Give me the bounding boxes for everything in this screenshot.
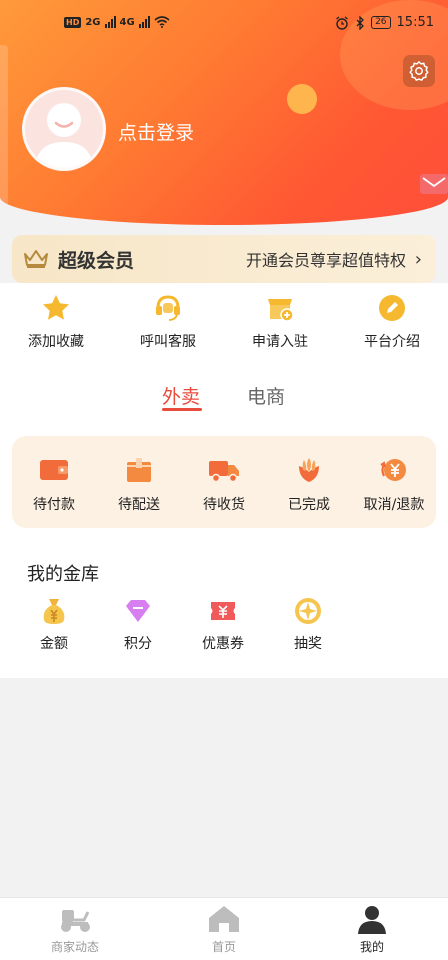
order-status-label: 待付款 xyxy=(33,497,75,513)
avatar[interactable] xyxy=(22,87,106,171)
default-avatar-icon xyxy=(35,103,93,168)
battery-indicator: 26 xyxy=(371,16,391,29)
quick-action-favorite[interactable]: 添加收藏 xyxy=(6,293,106,351)
store-icon xyxy=(268,299,294,322)
quick-action-apply[interactable]: 申请入驻 xyxy=(230,293,330,351)
vault-lottery[interactable]: 抽奖 xyxy=(268,596,348,653)
order-completed[interactable]: 已完成 xyxy=(267,456,351,514)
quick-action-label: 平台介绍 xyxy=(364,334,420,350)
vault-title: 我的金库 xyxy=(27,564,99,585)
crown-icon xyxy=(24,250,48,268)
chevron-right-icon: › xyxy=(414,248,422,270)
wifi-icon xyxy=(154,16,170,28)
login-link[interactable]: 点击登录 xyxy=(118,118,194,145)
nav-label: 商家动态 xyxy=(50,940,99,954)
order-to-ship[interactable]: 待配送 xyxy=(97,456,181,514)
headset-icon xyxy=(156,295,180,321)
money-bag-icon xyxy=(43,599,65,624)
order-to-receive[interactable]: 待收货 xyxy=(182,456,266,514)
order-refund[interactable]: 取消/退款 xyxy=(352,456,436,514)
hd-badge: HD xyxy=(64,16,82,28)
vault-item-label: 优惠券 xyxy=(202,636,244,652)
quick-action-service[interactable]: 呼叫客服 xyxy=(118,293,218,351)
alarm-icon xyxy=(336,15,348,30)
nav-mine[interactable]: 我的 xyxy=(317,904,427,955)
quick-actions: 添加收藏 呼叫客服 申请入驻 平台介绍 xyxy=(0,293,448,357)
bluetooth-icon xyxy=(356,15,364,30)
scooter-icon xyxy=(61,910,90,932)
order-status-label: 待收货 xyxy=(203,497,245,513)
vault-points[interactable]: 积分 xyxy=(98,596,178,653)
vip-title: 超级会员 xyxy=(58,249,135,272)
order-status-label: 待配送 xyxy=(118,497,160,513)
person-icon xyxy=(358,906,386,934)
status-right: 26 15:51 xyxy=(335,15,434,30)
quick-action-about[interactable]: 平台介绍 xyxy=(342,293,442,351)
tab-takeout[interactable]: 外卖 xyxy=(162,382,200,409)
gear-icon xyxy=(409,61,429,81)
vault-item-label: 积分 xyxy=(124,636,152,652)
star-icon xyxy=(43,295,69,320)
order-pending-payment[interactable]: 待付款 xyxy=(12,456,96,514)
bottom-navigation: 商家动态 首页 我的 xyxy=(0,897,448,960)
gift-icon[interactable] xyxy=(420,170,448,194)
order-status-label: 已完成 xyxy=(288,497,330,513)
status-time: 15:51 xyxy=(396,15,434,30)
quick-action-label: 添加收藏 xyxy=(28,334,84,350)
coupon-icon xyxy=(211,602,235,620)
wallet-icon xyxy=(40,460,68,480)
diamond-icon xyxy=(126,600,150,622)
home-icon xyxy=(209,906,239,932)
settings-button[interactable] xyxy=(403,55,435,87)
vault-coupons[interactable]: 优惠券 xyxy=(183,596,263,653)
vault-item-label: 抽奖 xyxy=(294,636,322,652)
tab-ecommerce[interactable]: 电商 xyxy=(247,382,285,409)
tab-active-indicator xyxy=(162,408,202,411)
flower-icon xyxy=(299,458,319,482)
truck-icon xyxy=(209,461,239,483)
order-status-label: 取消/退款 xyxy=(363,497,425,513)
signal-icon-2 xyxy=(138,16,150,28)
header-decor-circle xyxy=(287,84,317,114)
pencil-icon xyxy=(379,295,405,321)
nav-label: 我的 xyxy=(359,940,384,954)
wheel-icon xyxy=(295,598,321,624)
status-left: HD 2G 4G xyxy=(64,16,170,28)
status-bar: HD 2G 4G 26 15:51 xyxy=(0,0,448,50)
network-label-4g: 4G xyxy=(119,16,135,28)
vip-promo-text: 开通会员尊享超值特权 xyxy=(245,251,406,270)
nav-label: 首页 xyxy=(211,940,236,954)
profile-header: HD 2G 4G 26 15:51 点击登录 xyxy=(0,0,448,225)
edge-handle xyxy=(0,45,8,215)
quick-action-label: 呼叫客服 xyxy=(140,334,196,350)
profile-page: HD 2G 4G 26 15:51 点击登录 超级会员 开通会员尊享超值特权 ›… xyxy=(0,0,448,960)
quick-action-label: 申请入驻 xyxy=(252,334,308,350)
refund-icon xyxy=(380,459,406,481)
network-label-2g: 2G xyxy=(85,16,101,28)
signal-icon xyxy=(104,16,116,28)
nav-home[interactable]: 首页 xyxy=(169,904,279,955)
nav-merchant-news[interactable]: 商家动态 xyxy=(20,904,130,955)
vip-banner[interactable]: 超级会员 开通会员尊享超值特权 › xyxy=(12,235,436,283)
box-icon xyxy=(127,458,151,482)
order-status-panel: 待付款 待配送 待收货 已完成 取消/退款 xyxy=(12,436,436,528)
vault-balance[interactable]: 金额 xyxy=(14,596,94,653)
vault-item-label: 金额 xyxy=(40,636,68,652)
